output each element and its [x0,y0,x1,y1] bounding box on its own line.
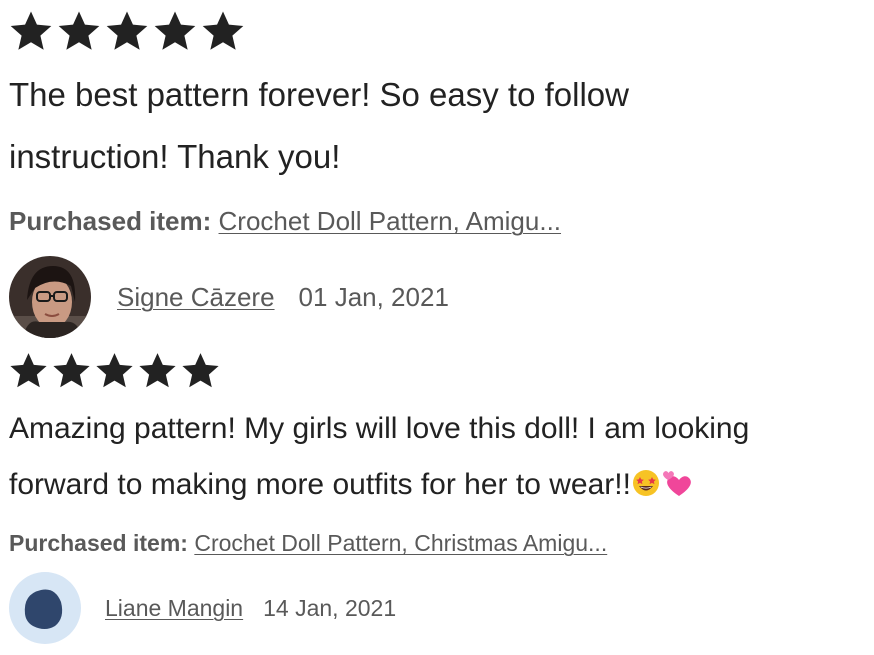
star-struck-emoji-icon [631,461,661,517]
star-icon [182,353,219,388]
star-rating [8,8,246,54]
author-name-link[interactable]: Signe Cāzere [117,282,275,313]
star-icon [10,353,47,388]
avatar[interactable] [9,572,81,644]
purchased-item-link[interactable]: Crochet Doll Pattern, Amigu... [219,206,561,236]
star-icon [10,11,52,50]
review-text: Amazing pattern! My girls will love this… [9,401,749,517]
star-icon [154,11,196,50]
review-date: 14 Jan, 2021 [263,594,397,621]
default-avatar-icon [9,572,81,644]
avatar[interactable] [9,256,91,338]
review-author: Signe Cāzere 01 Jan, 2021 [9,256,449,338]
star-icon [58,11,100,50]
star-rating [8,350,221,391]
star-icon [96,353,133,388]
star-icon [106,11,148,50]
two-hearts-emoji-icon [661,461,693,517]
purchased-item-label: Purchased item: [9,206,212,236]
review-date: 01 Jan, 2021 [298,281,449,312]
review-text-line: Amazing pattern! My girls will love this… [9,412,750,445]
purchased-item: Purchased item: Crochet Doll Pattern, Ch… [9,530,607,557]
review-text-line: forward to making more outfits for her t… [9,468,631,501]
purchased-item: Purchased item: Crochet Doll Pattern, Am… [9,206,561,237]
review-text: The best pattern forever! So easy to fol… [9,64,629,188]
star-icon [202,11,244,50]
star-icon [53,353,90,388]
author-name-link[interactable]: Liane Mangin [105,595,243,622]
review-text-line: instruction! Thank you! [9,138,341,175]
review-author: Liane Mangin 14 Jan, 2021 [9,572,396,644]
purchased-item-label: Purchased item: [9,530,188,556]
star-icon [139,353,176,388]
purchased-item-link[interactable]: Crochet Doll Pattern, Christmas Amigu... [194,530,607,556]
review-text-line: The best pattern forever! So easy to fol… [9,76,629,113]
user-photo-avatar-icon [9,256,91,338]
